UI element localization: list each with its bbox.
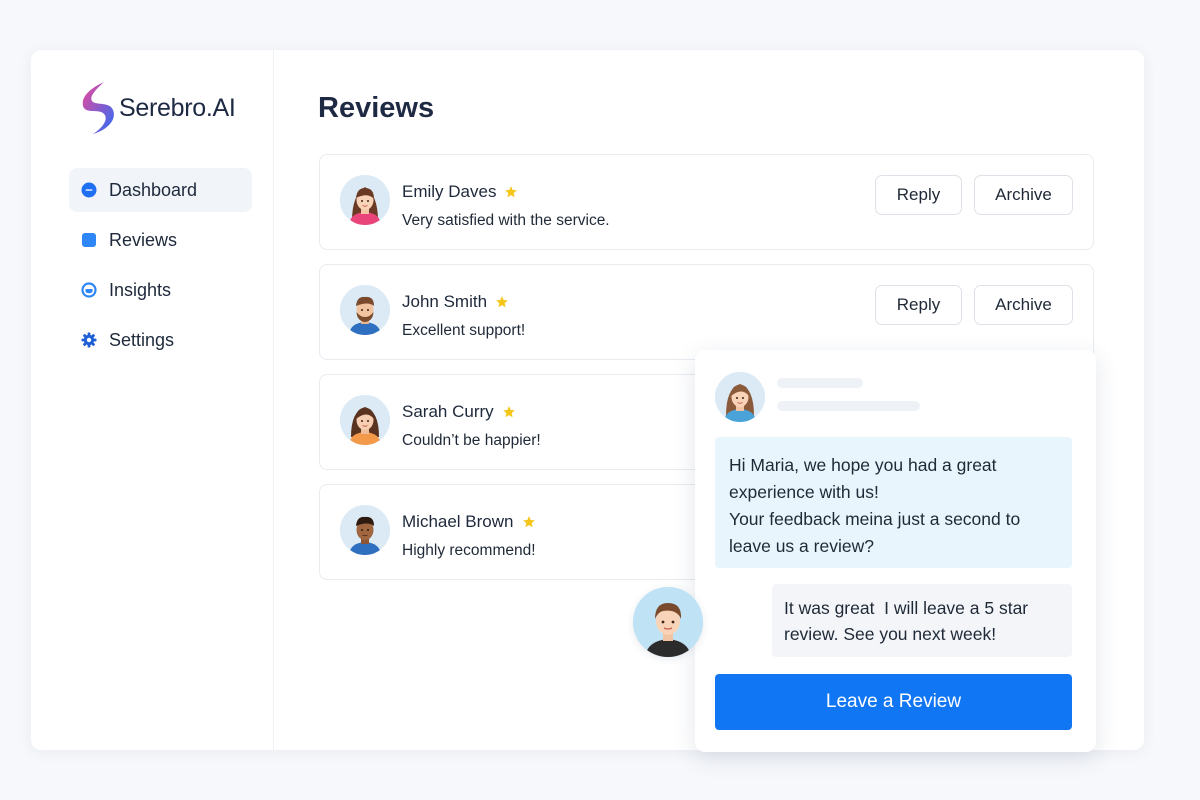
sidebar-item-label: Insights xyxy=(109,279,172,300)
incoming-message-text: Hi Maria, we hope you had a great experi… xyxy=(729,455,1021,556)
placeholder-line xyxy=(777,378,863,388)
reviewer-name: Michael Brown xyxy=(402,512,536,532)
star-icon xyxy=(504,185,518,199)
dashboard-icon xyxy=(81,182,97,198)
outgoing-message: It was great I will leave a 5 star revie… xyxy=(772,584,1072,657)
sidebar: Serebro.AI Dashboard Reviews Insights Se… xyxy=(31,50,274,750)
reviewer-name: John Smith xyxy=(402,292,509,312)
settings-icon xyxy=(81,332,97,348)
sidebar-item-label: Settings xyxy=(109,329,175,350)
avatar-emily xyxy=(340,175,390,225)
star-icon xyxy=(495,295,509,309)
page-title: Reviews xyxy=(318,92,435,124)
brand-logo[interactable]: Serebro.AI xyxy=(77,80,236,136)
reply-button[interactable]: Reply xyxy=(875,175,962,215)
reviewer-name: Sarah Curry xyxy=(402,402,516,422)
review-card-emily: Emily Daves Very satisfied with the serv… xyxy=(319,154,1094,250)
insights-icon xyxy=(81,282,97,298)
sidebar-item-insights[interactable]: Insights xyxy=(69,268,252,312)
review-text: Very satisfied with the service. xyxy=(402,212,610,229)
avatar-user xyxy=(633,587,703,657)
star-icon xyxy=(522,515,536,529)
sidebar-item-dashboard[interactable]: Dashboard xyxy=(69,168,252,212)
incoming-message: Hi Maria, we hope you had a great experi… xyxy=(715,437,1072,568)
sidebar-item-label: Reviews xyxy=(109,229,178,250)
review-text: Excellent support! xyxy=(402,322,526,339)
avatar-john xyxy=(340,285,390,335)
review-text: Highly recommend! xyxy=(402,542,536,559)
avatar-michael xyxy=(340,505,390,555)
avatar-maria xyxy=(715,372,765,422)
brand-name: Serebro.AI xyxy=(119,93,236,122)
archive-button[interactable]: Archive xyxy=(974,285,1073,325)
reply-button[interactable]: Reply xyxy=(875,285,962,325)
placeholder-line xyxy=(777,401,920,411)
leave-review-button[interactable]: Leave a Review xyxy=(715,674,1072,730)
review-text: Couldn’t be happier! xyxy=(402,432,541,449)
sidebar-item-reviews[interactable]: Reviews xyxy=(69,218,252,262)
review-card-john: John Smith Excellent support! Reply Arch… xyxy=(319,264,1094,360)
sidebar-item-settings[interactable]: Settings xyxy=(69,318,252,362)
sidebar-item-label: Dashboard xyxy=(109,179,198,200)
reviews-icon xyxy=(81,232,97,248)
brand-logo-icon xyxy=(82,82,114,134)
avatar-sarah xyxy=(340,395,390,445)
archive-button[interactable]: Archive xyxy=(974,175,1073,215)
sidebar-nav: Dashboard Reviews Insights Settings xyxy=(69,168,252,368)
reviewer-name: Emily Daves xyxy=(402,182,518,202)
chat-panel: Hi Maria, we hope you had a great experi… xyxy=(695,350,1096,752)
star-icon xyxy=(502,405,516,419)
